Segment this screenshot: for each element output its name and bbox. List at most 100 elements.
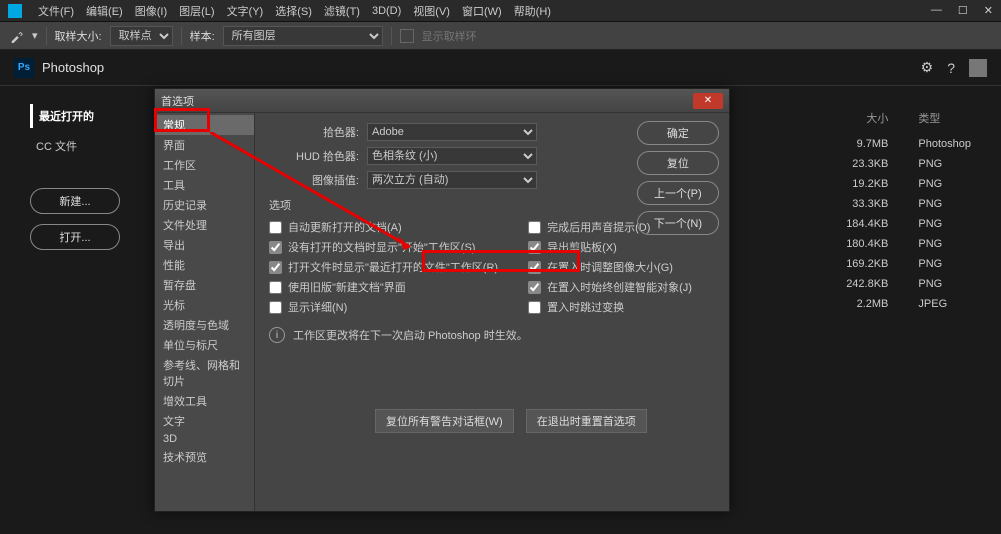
option-checkbox[interactable] [269,301,282,314]
file-type: PNG [918,258,942,270]
reset-warnings-button[interactable]: 复位所有警告对话框(W) [375,409,514,433]
dialog-titlebar[interactable]: 首选项 ✕ [155,89,729,113]
divider [391,27,392,45]
category-item[interactable]: 历史记录 [155,195,254,215]
file-size: 2.2MB [828,298,888,310]
category-item[interactable]: 性能 [155,255,254,275]
col-size: 大小 [828,110,888,126]
option-checkbox[interactable] [528,301,541,314]
eyedropper-icon[interactable] [10,29,24,43]
option-row: 置入时跳过变换 [528,299,692,315]
home-header: Ps Photoshop ⚙ ? [0,50,1001,86]
open-button[interactable]: 打开... [30,224,120,250]
option-checkbox[interactable] [269,281,282,294]
menu-filter[interactable]: 滤镜(T) [318,3,366,19]
file-row[interactable]: 23.3KB PNG [828,158,971,170]
category-item[interactable]: 文件处理 [155,215,254,235]
category-item[interactable]: 3D [155,431,254,447]
recent-files-table: 大小 类型 9.7MBPhotoshop23.3KBPNG19.2KBPNG33… [828,110,971,318]
file-row[interactable]: 184.4KB PNG [828,218,971,230]
info-icon: i [269,327,285,343]
show-ring-checkbox[interactable] [400,29,414,43]
category-item[interactable]: 暂存盘 [155,275,254,295]
menu-edit[interactable]: 编辑(E) [80,3,129,19]
picker-select[interactable]: Adobe [367,123,537,141]
dialog-close-button[interactable]: ✕ [693,93,723,109]
tab-recent[interactable]: 最近打开的 [30,104,120,128]
menu-select[interactable]: 选择(S) [269,3,318,19]
category-item[interactable]: 常规 [155,115,254,135]
file-row[interactable]: 180.4KBPNG [828,238,971,250]
ok-button[interactable]: 确定 [637,121,719,145]
next-button[interactable]: 下一个(N) [637,211,719,235]
file-size: 23.3KB [828,158,888,170]
file-size: 180.4KB [828,238,888,250]
menu-window[interactable]: 窗口(W) [456,3,508,19]
option-row: 打开文件时显示"最近打开的文件"工作区(R) [269,259,498,275]
option-label: 打开文件时显示"最近打开的文件"工作区(R) [288,259,498,275]
category-item[interactable]: 界面 [155,135,254,155]
close-icon[interactable]: ✕ [984,4,993,17]
option-checkbox[interactable] [269,241,282,254]
category-item[interactable]: 光标 [155,295,254,315]
file-row[interactable]: 2.2MB JPEG [828,298,971,310]
picker-label: 拾色器: [269,124,359,140]
hud-select[interactable]: 色相条纹 (小) [367,147,537,165]
menu-3d[interactable]: 3D(D) [366,5,407,17]
file-type: JPEG [918,298,947,310]
tab-cc-files[interactable]: CC 文件 [30,134,120,158]
dialog-title: 首选项 [161,93,194,109]
file-type: PNG [918,278,942,290]
file-row[interactable]: 9.7MBPhotoshop [828,138,971,150]
menu-help[interactable]: 帮助(H) [508,3,557,19]
file-row[interactable]: 169.2KBPNG [828,258,971,270]
category-list: 常规界面工作区工具历史记录文件处理导出性能暂存盘光标透明度与色域单位与标尺参考线… [155,113,255,511]
sample-size-select[interactable]: 取样点 [110,26,173,46]
category-item[interactable]: 工作区 [155,155,254,175]
category-item[interactable]: 增效工具 [155,391,254,411]
gear-icon[interactable]: ⚙ [921,59,934,76]
option-checkbox[interactable] [528,281,541,294]
file-size: 33.3KB [828,198,888,210]
file-row[interactable]: 19.2KBPNG [828,178,971,190]
workspace-note: 工作区更改将在下一次启动 Photoshop 时生效。 [293,327,528,343]
category-item[interactable]: 单位与标尺 [155,335,254,355]
option-label: 在置入时调整图像大小(G) [547,259,673,275]
option-checkbox[interactable] [528,261,541,274]
category-item[interactable]: 文字 [155,411,254,431]
option-checkbox[interactable] [269,261,282,274]
file-row[interactable]: 33.3KBPNG [828,198,971,210]
category-item[interactable]: 技术预览 [155,447,254,467]
file-type: PNG [918,178,942,190]
category-item[interactable]: 参考线、网格和切片 [155,355,254,391]
menu-image[interactable]: 图像(I) [129,3,173,19]
category-item[interactable]: 工具 [155,175,254,195]
menu-type[interactable]: 文字(Y) [221,3,270,19]
reset-button[interactable]: 复位 [637,151,719,175]
menu-view[interactable]: 视图(V) [407,3,456,19]
avatar[interactable] [969,59,987,77]
maximize-icon[interactable]: ☐ [958,4,968,17]
interp-select[interactable]: 两次立方 (自动) [367,171,537,189]
minimize-icon[interactable]: — [931,4,942,17]
file-row[interactable]: 242.8KBPNG [828,278,971,290]
reset-on-quit-button[interactable]: 在退出时重置首选项 [526,409,647,433]
prev-button[interactable]: 上一个(P) [637,181,719,205]
category-item[interactable]: 透明度与色域 [155,315,254,335]
option-checkbox[interactable] [528,241,541,254]
new-button[interactable]: 新建... [30,188,120,214]
file-size: 184.4KB [828,218,888,230]
help-icon[interactable]: ? [947,60,955,76]
menu-layer[interactable]: 图层(L) [173,3,220,19]
menu-file[interactable]: 文件(F) [32,3,80,19]
sample-size-label: 取样大小: [55,28,102,44]
chevron-down-icon[interactable]: ▾ [32,29,38,42]
sample-select[interactable]: 所有图层 [223,26,383,46]
option-checkbox[interactable] [269,221,282,234]
option-row: 自动更新打开的文档(A) [269,219,498,235]
option-checkbox[interactable] [528,221,541,234]
option-label: 显示详细(N) [288,299,347,315]
category-item[interactable]: 导出 [155,235,254,255]
file-type: PNG [918,158,942,170]
file-type: PNG [918,218,942,230]
